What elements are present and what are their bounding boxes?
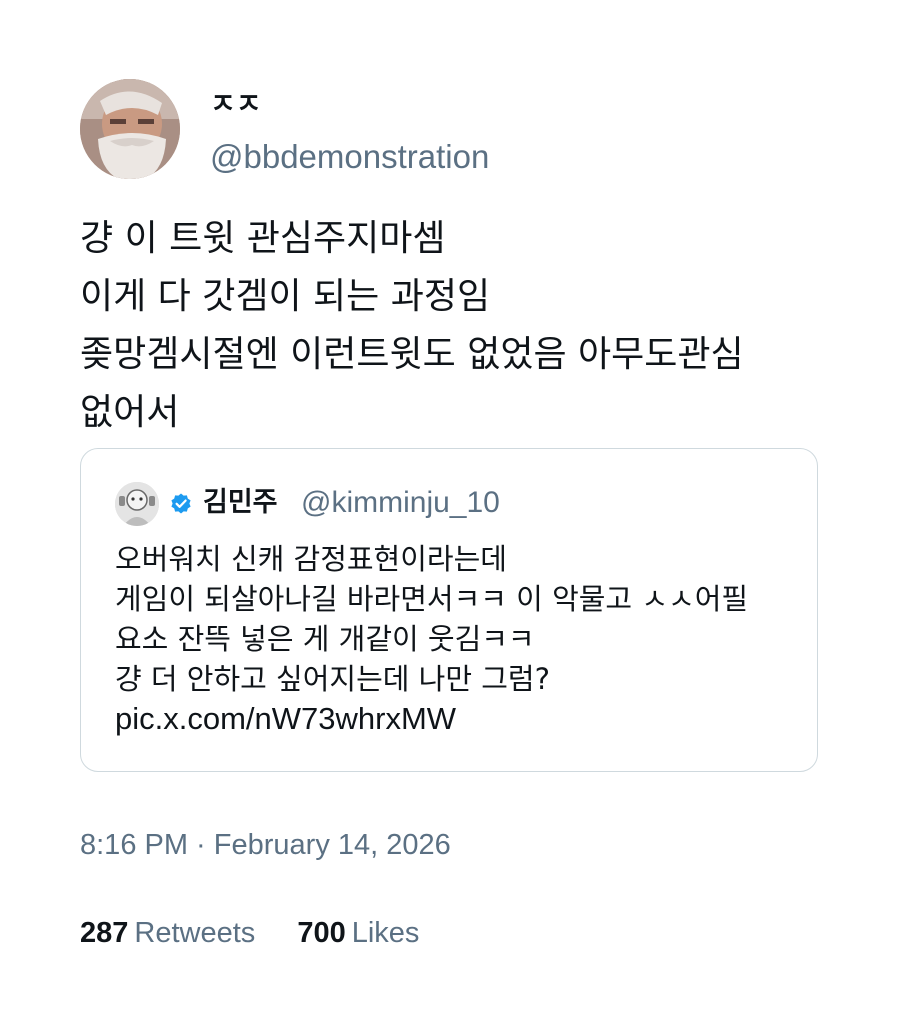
quoted-tweet-text: 오버워치 신캐 감정표현이라는데 게임이 되살아나길 바라면서ㅋㅋ 이 악물고 … [115,539,805,739]
quoted-tweet[interactable]: 김민주 @kimminju_10 오버워치 신캐 감정표현이라는데 게임이 되살… [80,448,818,772]
tweet-card: ㅈㅈ @bbdemonstration 걍 이 트윗 관심주지마셈 이게 다 갓… [0,0,900,1031]
tweet-text-line: 걍 이 트윗 관심주지마셈 [80,218,446,259]
bearded-man-avatar-icon [80,79,180,179]
quoted-user-avatar-icon [115,482,159,526]
tweet-text-line: 좆망겜시절엔 이런트윗도 없었음 아무도관심 [80,334,744,375]
quoted-media-link[interactable]: pic.x.com/nW73whrxMW [115,699,805,739]
author-avatar[interactable] [80,79,180,179]
quoted-user-handle[interactable]: @kimminju_10 [301,485,500,521]
quoted-text-line: 오버워치 신캐 감정표현이라는데 [115,542,507,576]
tweet-text-line: 없어서 [80,392,180,433]
quoted-text-line: 요소 잔뜩 넣은 게 개같이 웃김ㅋㅋ [115,622,535,656]
author-name[interactable]: ㅈㅈ [210,86,262,122]
retweets-count: 287 [80,917,129,949]
verified-badge-icon [171,493,191,514]
tweet-text-line: 이게 다 갓겜이 되는 과정임 [80,276,491,317]
retweets-stat[interactable]: 287 Retweets [80,914,255,952]
tweet-text: 걍 이 트윗 관심주지마셈 이게 다 갓겜이 되는 과정임 좆망겜시절엔 이런트… [80,210,840,442]
tweet-timestamp[interactable]: 8:16 PM · February 14, 2026 [80,826,451,864]
likes-label: Likes [351,917,420,949]
likes-count: 700 [297,917,346,949]
tweet-stats: 287 Retweets 700 Likes [80,914,419,952]
quoted-user-name[interactable]: 김민주 [203,485,278,521]
author-handle[interactable]: @bbdemonstration [210,136,489,178]
quoted-text-line: 걍 더 안하고 싶어지는데 나만 그럼? [115,662,551,696]
quoted-text-line: 게임이 되살아나길 바라면서ㅋㅋ 이 악물고 ㅅㅅ어필 [115,582,749,616]
quoted-user-avatar[interactable] [115,482,159,526]
likes-stat[interactable]: 700 Likes [297,914,419,952]
retweets-label: Retweets [134,917,256,949]
